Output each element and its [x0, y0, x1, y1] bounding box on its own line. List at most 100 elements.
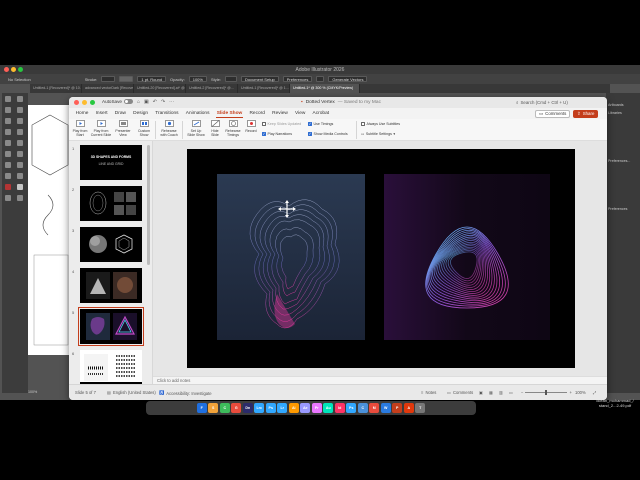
ai-doc-tab[interactable]: Untitled-1 [Recovered]* @ 10... [30, 84, 82, 93]
set-up-slide-show-button[interactable]: Set Up Slide Show [186, 120, 206, 137]
generate-vectors-button[interactable]: Generate Vectors [328, 76, 368, 82]
artboards-panel-label[interactable]: Artboards [606, 101, 640, 109]
tab-transitions[interactable]: Transitions [152, 108, 182, 119]
preferences-panel-link[interactable]: Preferences... [606, 157, 640, 165]
arrange-icon[interactable] [316, 76, 325, 82]
ai-doc-tab[interactable]: advanced vectorDark [Recovered].ai* @... [82, 84, 134, 93]
play-from-current-slide-button[interactable]: Play from Current Slide [90, 120, 112, 137]
type-tool-icon[interactable] [5, 118, 11, 124]
dock-app-icon[interactable]: A [403, 403, 414, 413]
dock-app-icon[interactable]: G [231, 403, 242, 413]
slide-image-wavy-shape[interactable] [217, 174, 365, 340]
zoom-tool-icon[interactable] [17, 195, 23, 201]
slide-sorter-icon[interactable]: ▦ [489, 390, 493, 395]
home-icon[interactable]: ⌂ [137, 99, 140, 105]
dock-app-icon[interactable]: Ai [288, 403, 299, 413]
zoom-track[interactable] [525, 390, 568, 395]
gradient-tool-icon[interactable] [17, 173, 23, 179]
illustrator-zoom-status[interactable]: 100% [28, 388, 73, 397]
ppt-zoom-button[interactable] [90, 100, 95, 105]
direct-selection-tool-icon[interactable] [17, 96, 23, 102]
dock-app-icon[interactable]: Pr [311, 403, 322, 413]
ai-doc-tab[interactable]: Untitled-1 [Recovered]* @ 1... [238, 84, 290, 93]
accessibility-status[interactable]: ♿ Accessibility: Investigate [159, 390, 212, 396]
dock-app-icon[interactable]: Dn [242, 403, 253, 413]
ai-close-button[interactable] [4, 67, 9, 72]
zoom-level[interactable]: 100% [575, 390, 586, 395]
libraries-panel-label[interactable]: Libraries [606, 109, 640, 117]
autosave-control[interactable]: AutoSave [102, 99, 133, 104]
tab-review[interactable]: Review [269, 108, 292, 119]
comments-status-button[interactable]: ▭ Comments [447, 390, 473, 395]
pen-tool-icon[interactable] [5, 107, 11, 113]
keep-slides-updated-checkbox[interactable]: Keep Slides Updated [262, 122, 301, 126]
share-button[interactable]: ⇪ Share [573, 109, 599, 118]
rehearse-with-coach-button[interactable]: Rehearse with Coach [159, 120, 179, 137]
reading-view-icon[interactable]: ▥ [499, 390, 503, 395]
dock-app-icon[interactable]: P [392, 403, 403, 413]
curvature-tool-icon[interactable] [17, 107, 23, 113]
ai-zoom-button[interactable] [18, 67, 23, 72]
slide-thumbnail-3[interactable]: 3 [72, 227, 150, 268]
notes-pane[interactable]: Click to add notes [153, 376, 607, 384]
notes-button[interactable]: ≡ Notes [421, 390, 436, 395]
slide-thumbnail-4[interactable]: 4 [72, 268, 150, 309]
style-dropdown[interactable] [224, 76, 237, 82]
dock-app-icon[interactable]: Ps [265, 403, 276, 413]
ppt-close-button[interactable] [74, 100, 79, 105]
tab-acrobat[interactable]: Acrobat [309, 108, 333, 119]
ppt-minimize-button[interactable] [82, 100, 87, 105]
hand-tool-icon[interactable] [5, 195, 11, 201]
tab-view[interactable]: View [291, 108, 309, 119]
fill-color-icon[interactable] [5, 184, 11, 190]
show-media-controls-checkbox[interactable]: ✓ Show Media Controls [308, 132, 348, 136]
document-setup-button[interactable]: Document Setup [240, 76, 279, 82]
dock-app-icon[interactable]: T [415, 403, 426, 413]
save-icon[interactable]: ▣ [144, 99, 149, 105]
use-timings-checkbox[interactable]: ✓ Use Timings [308, 122, 333, 126]
play-from-start-button[interactable]: Play from Start [72, 120, 88, 137]
ai-doc-tab[interactable]: Untitled-2 [Recovered]* @... [186, 84, 238, 93]
preferences-button[interactable]: Preferences [282, 76, 313, 82]
tab-insert[interactable]: Insert [92, 108, 111, 119]
tab-slide-show[interactable]: Slide Show [213, 108, 246, 119]
normal-view-icon[interactable]: ▣ [479, 390, 483, 395]
ai-doc-tab-active[interactable]: Untitled-1* @ 300 % (CMYK/Preview) [290, 84, 360, 93]
dock-app-icon[interactable]: C [219, 403, 230, 413]
dock-app-icon[interactable]: Au [323, 403, 334, 413]
dock-app-icon[interactable]: Id [334, 403, 345, 413]
dock-app-icon[interactable]: S [208, 403, 219, 413]
play-narrations-checkbox[interactable]: ✓ Play Narrations [262, 132, 292, 136]
presenter-view-button[interactable]: Presenter View [114, 120, 132, 137]
record-button[interactable]: Record [244, 120, 258, 133]
search-box[interactable]: ⌕ Search (Cmd + Ctrl + U) [516, 99, 606, 105]
dock-app-icon[interactable]: Lrc [254, 403, 265, 413]
pencil-tool-icon[interactable] [5, 140, 11, 146]
language-status[interactable]: ▤ English (United States) [107, 390, 156, 395]
dock-app-icon[interactable]: W [380, 403, 391, 413]
tab-home[interactable]: Home [72, 108, 92, 119]
stroke-weight-input[interactable] [101, 76, 116, 82]
subtitle-settings-dropdown[interactable]: ▭ Subtitle Settings ▾ [361, 132, 395, 136]
comments-button[interactable]: ▭ Comments [535, 109, 571, 118]
more-icon[interactable]: ⋯ [169, 99, 174, 105]
shape-builder-tool-icon[interactable] [5, 173, 11, 179]
always-use-subtitles-checkbox[interactable]: Always Use Subtitles [361, 122, 400, 126]
eraser-tool-icon[interactable] [17, 140, 23, 146]
document-title-area[interactable]: ▪ Dotted Vertex — Saved to my Mac [301, 100, 381, 105]
selection-tool-icon[interactable] [5, 96, 11, 102]
scale-tool-icon[interactable] [17, 151, 23, 157]
redo-icon[interactable]: ↷ [161, 99, 165, 105]
tab-draw[interactable]: Draw [111, 108, 129, 119]
fit-to-window-icon[interactable]: ⤢ [593, 390, 596, 395]
slide-thumbnail-5-selected[interactable]: 5 [72, 307, 150, 350]
zoom-thumb[interactable] [545, 390, 548, 395]
custom-show-button[interactable]: Custom Show [136, 120, 152, 137]
dock-app-icon[interactable]: Ps [346, 403, 357, 413]
rectangle-tool-icon[interactable] [5, 129, 11, 135]
dock-app-icon[interactable]: C [357, 403, 368, 413]
tab-record[interactable]: Record [246, 108, 269, 119]
zoom-slider[interactable]: − + [521, 390, 572, 395]
stroke-color-icon[interactable] [17, 184, 23, 190]
free-transform-tool-icon[interactable] [17, 162, 23, 168]
